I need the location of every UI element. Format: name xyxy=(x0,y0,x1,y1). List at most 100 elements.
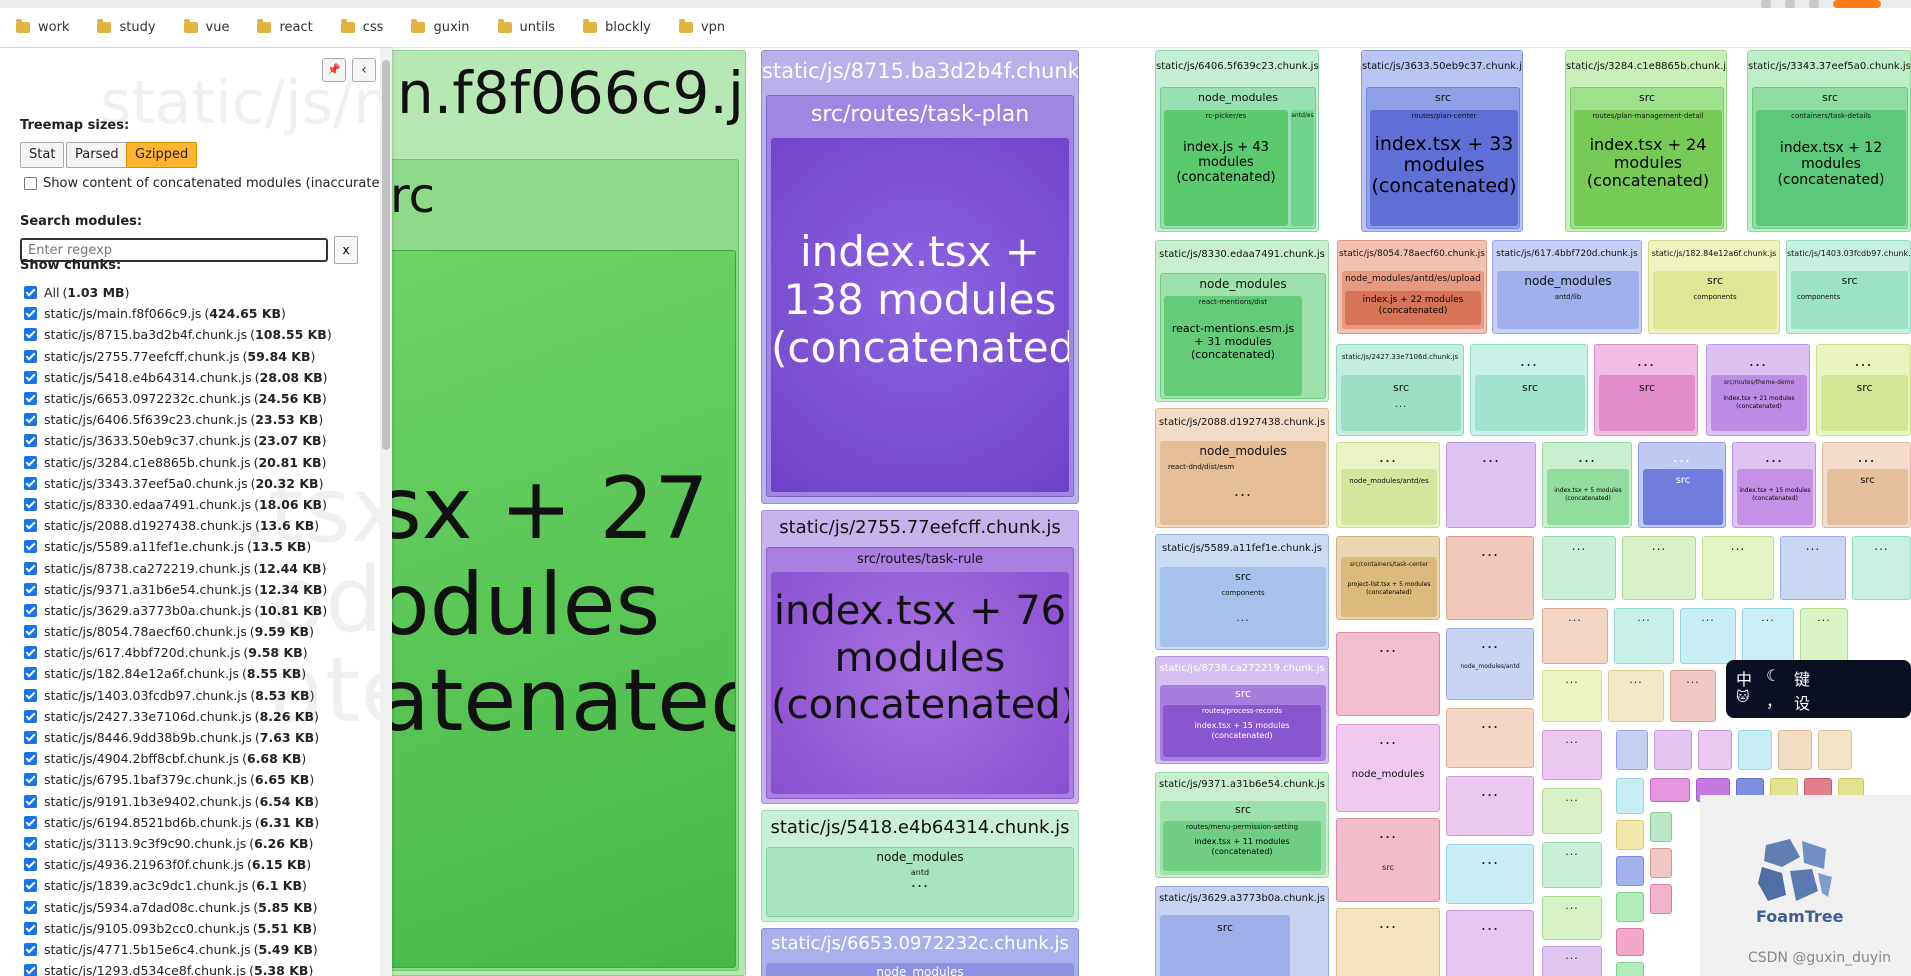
folder-src[interactable]: src ... xyxy=(1341,375,1461,431)
folder-node-modules[interactable]: node_modules react-mentions/dist react-m… xyxy=(1160,273,1326,399)
chunk-small[interactable]: ... node_modules/antd xyxy=(1446,628,1534,700)
module-bar[interactable] xyxy=(1654,730,1692,770)
size-parsed-button[interactable]: Parsed xyxy=(66,142,128,168)
chunk-row[interactable]: static/js/2427.33e7106d.chunk.js (8.26 KB… xyxy=(24,706,384,727)
chunk-checkbox[interactable] xyxy=(24,286,37,300)
chunk-checkbox[interactable] xyxy=(24,709,37,723)
folder-src[interactable]: src routes/plan-center index.tsx + 33 mo… xyxy=(1366,87,1520,229)
chunk-row[interactable]: static/js/8446.9dd38b9b.chunk.js (7.63 KB… xyxy=(24,727,384,748)
bookmark-guxin[interactable]: guxin xyxy=(411,19,470,35)
module-concatenated[interactable]: routes/menu-permission-setting index.tsx… xyxy=(1163,821,1321,871)
chunk-checkbox[interactable] xyxy=(24,392,37,406)
chunk-row[interactable]: static/js/8715.ba3d2b4f.chunk.js (108.55 … xyxy=(24,324,384,345)
folder-src[interactable]: src components xyxy=(1791,271,1908,329)
chunk-2088[interactable]: static/js/2088.d1927438.chunk.js node_mo… xyxy=(1155,408,1329,528)
folder-node-modules[interactable]: node_modules xyxy=(766,963,1074,976)
treemap-canvas[interactable]: n.f8f066c9.js rc sx + 27 odules atenated… xyxy=(392,48,1911,976)
folder-src[interactable]: src xyxy=(1643,469,1723,525)
bookmark-vue[interactable]: vue xyxy=(183,19,229,35)
chunk-small[interactable]: ... index.tsx + 5 modules (concatenated) xyxy=(1542,442,1632,528)
bookmark-blockly[interactable]: blockly xyxy=(583,19,651,35)
chunk-row[interactable]: static/js/3284.c1e8865b.chunk.js (20.81 K… xyxy=(24,452,384,473)
bookmark-react[interactable]: react xyxy=(257,19,313,35)
chunk-8738[interactable]: static/js/8738.ca272219.chunk.js src rou… xyxy=(1155,656,1329,764)
sidebar-scrollbar-thumb[interactable] xyxy=(382,60,390,450)
ime-toolbar[interactable]: 中 ☾ 键 🐱 ， 设 xyxy=(1726,660,1911,718)
size-stat-button[interactable]: Stat xyxy=(20,142,65,168)
chunk-row[interactable]: static/js/8054.78aecf60.chunk.js (9.59 KB… xyxy=(24,621,384,642)
moon-icon[interactable]: ☾ xyxy=(1766,666,1780,685)
chunk-checkbox[interactable] xyxy=(24,688,37,702)
chunk-small[interactable]: ... xyxy=(1542,842,1602,888)
module-concatenated[interactable]: routes/plan-management-detail index.tsx … xyxy=(1574,110,1722,226)
chunk-checkbox[interactable] xyxy=(24,476,37,490)
chunk-checkbox[interactable] xyxy=(24,413,37,427)
chunk-small[interactable]: ... xyxy=(1446,536,1534,620)
module-concatenated[interactable]: sx + 27 odules atenated) xyxy=(392,250,736,968)
chunk-checkbox[interactable] xyxy=(24,964,37,976)
folder-src[interactable]: rc sx + 27 odules atenated) xyxy=(392,159,739,971)
module-bar[interactable] xyxy=(1616,928,1644,956)
chunk-row[interactable]: static/js/2088.d1927438.chunk.js (13.6 KB… xyxy=(24,515,384,536)
chunk-checkbox[interactable] xyxy=(24,603,37,617)
skin-icon[interactable]: 🐱 xyxy=(1736,690,1750,705)
chunk-9371[interactable]: static/js/9371.a31b6e54.chunk.js src rou… xyxy=(1155,772,1329,878)
folder-src[interactable]: src containers/task-details index.tsx + … xyxy=(1752,87,1908,229)
chunk-checkbox[interactable] xyxy=(24,858,37,872)
chunk-8054[interactable]: static/js/8054.78aecf60.chunk.js node_mo… xyxy=(1337,240,1487,334)
extension-icon[interactable] xyxy=(1785,0,1795,8)
chunk-row[interactable]: static/js/182.84e12a6f.chunk.js (8.55 KB) xyxy=(24,663,384,684)
chunk-checkbox[interactable] xyxy=(24,497,37,511)
collapse-sidebar-button[interactable]: ‹ xyxy=(352,58,376,82)
module-bar[interactable] xyxy=(1650,848,1672,878)
folder-src[interactable]: src xyxy=(1599,375,1695,431)
chunk-small[interactable]: ... xyxy=(1800,608,1848,664)
chunk-row[interactable]: static/js/5418.e4b64314.chunk.js (28.08 K… xyxy=(24,367,384,388)
chunk-row[interactable]: static/js/3633.50eb9c37.chunk.js (23.07 K… xyxy=(24,430,384,451)
chunk-row[interactable]: static/js/9371.a31b6e54.chunk.js (12.34 K… xyxy=(24,579,384,600)
chunk-small[interactable]: ... xyxy=(1608,670,1664,722)
chunk-8715[interactable]: static/js/8715.ba3d2b4f.chunk.js src/rou… xyxy=(761,50,1079,504)
bookmark-vpn[interactable]: vpn xyxy=(678,19,725,35)
chunk-checkbox[interactable] xyxy=(24,900,37,914)
chunk-small[interactable]: ... xyxy=(1542,946,1602,976)
folder-node-modules-antd[interactable]: node_modules/antd/es xyxy=(1341,469,1437,525)
chunk-checkbox[interactable] xyxy=(24,625,37,639)
chunk-checkbox[interactable] xyxy=(24,434,37,448)
chunk-row[interactable]: static/js/1293.d534ce8f.chunk.js (5.38 KB… xyxy=(24,960,384,976)
chunk-row[interactable]: static/js/4771.5b15e6c4.chunk.js (5.49 KB… xyxy=(24,939,384,960)
clear-search-button[interactable]: x xyxy=(334,236,358,264)
chunk-row[interactable]: static/js/5934.a7dad08c.chunk.js (5.85 KB… xyxy=(24,896,384,917)
module-concatenated[interactable]: routes/process-records index.tsx + 15 mo… xyxy=(1163,705,1321,757)
chunk-small[interactable]: ... xyxy=(1542,788,1602,834)
module-bar[interactable] xyxy=(1698,730,1732,770)
chunk-small[interactable]: ... xyxy=(1542,608,1608,664)
keyboard-icon[interactable]: 键 xyxy=(1794,666,1810,690)
module-bar[interactable] xyxy=(1616,962,1644,976)
folder-task-plan[interactable]: src/routes/task-plan index.tsx + 138 mod… xyxy=(766,95,1074,497)
chunk-small[interactable]: ... xyxy=(1622,536,1696,600)
chunk-small[interactable]: ... xyxy=(1742,608,1794,664)
module-concatenated[interactable]: rc-picker/es index.js + 43 modules (conc… xyxy=(1164,110,1288,226)
module-concatenated[interactable]: index.tsx + 5 modules (concatenated) xyxy=(1547,469,1629,525)
chunk-row[interactable]: static/js/6653.0972232c.chunk.js (24.56 K… xyxy=(24,388,384,409)
module-group[interactable]: antd/es xyxy=(1291,110,1314,226)
chunk-small[interactable]: ... src xyxy=(1816,344,1911,436)
module-bar[interactable] xyxy=(1738,730,1772,770)
chunk-row[interactable]: static/js/6406.5f639c23.chunk.js (23.53 K… xyxy=(24,409,384,430)
folder-src[interactable]: src xyxy=(1475,375,1585,431)
chunk-3343[interactable]: static/js/3343.37eef5a0.chunk.js src con… xyxy=(1747,50,1911,232)
module-bar[interactable] xyxy=(1818,730,1852,770)
chunk-3629[interactable]: static/js/3629.a3773b0a.chunk.js src xyxy=(1155,886,1329,976)
settings-icon[interactable]: 设 xyxy=(1794,690,1810,714)
module-bar[interactable] xyxy=(1616,730,1648,770)
folder-node-modules[interactable]: node_modules react-dnd/dist/esm ... xyxy=(1160,441,1326,525)
chunk-small[interactable]: ... xyxy=(1542,896,1602,940)
chunk-row[interactable]: static/js/3343.37eef5a0.chunk.js (20.32 K… xyxy=(24,473,384,494)
chunk-2755[interactable]: static/js/2755.77eefcff.chunk.js src/rou… xyxy=(761,510,1079,804)
chunk-checkbox[interactable] xyxy=(24,455,37,469)
folder-src[interactable]: src xyxy=(1160,915,1290,976)
folder-src[interactable]: src routes/plan-management-detail index.… xyxy=(1570,87,1724,229)
chunk-row[interactable]: static/js/3629.a3773b0a.chunk.js (10.81 K… xyxy=(24,600,384,621)
chunk-row[interactable]: static/js/6194.8521bd6b.chunk.js (6.31 KB… xyxy=(24,812,384,833)
